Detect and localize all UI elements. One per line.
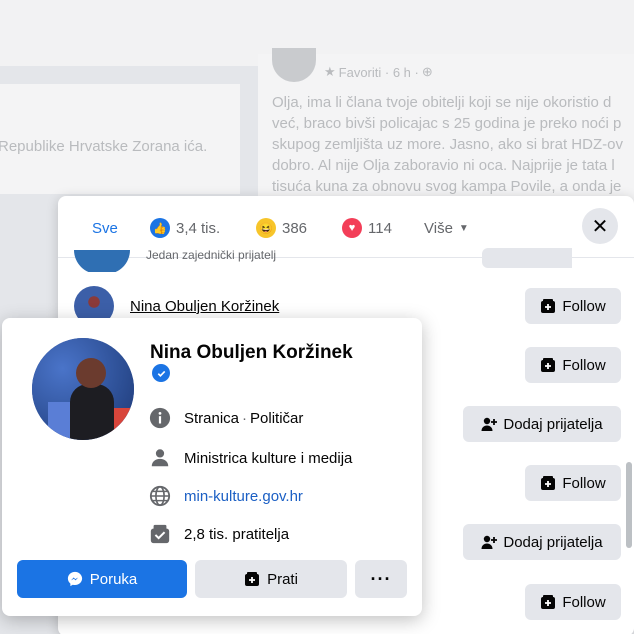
follow-button-label: Follow xyxy=(562,593,606,611)
follow-button-label: Follow xyxy=(562,356,606,374)
star-icon: ★ xyxy=(324,64,336,79)
background-post-meta-text: Favoriti · 6 h · xyxy=(338,64,419,80)
follow-icon xyxy=(245,572,260,586)
tab-like[interactable]: 👍 3,4 tis. xyxy=(150,216,220,240)
close-icon: ✕ xyxy=(591,215,609,238)
background-post-line: Olja, ima li člana tvoje obitelji koji s… xyxy=(272,94,612,111)
follow-page-button[interactable]: Prati xyxy=(195,560,347,598)
tab-more[interactable]: Više ▼ xyxy=(424,216,469,240)
messenger-icon xyxy=(67,571,82,587)
message-button-label: Poruka xyxy=(89,570,138,588)
followers-count: 2,8 tis. pratitelja xyxy=(184,525,290,543)
job-label: Ministrica kulture i medija xyxy=(184,449,353,467)
globe-icon: ⊕ xyxy=(421,64,433,79)
more-options-button[interactable]: ··· xyxy=(355,560,407,598)
haha-icon: 😆 xyxy=(256,218,276,238)
add-friend-button[interactable]: Dodaj prijatelja xyxy=(463,524,621,560)
tab-love[interactable]: ♥ 114 xyxy=(342,216,392,240)
background-post-line: dobro. Al nije Olja zaboravio ni oca. Na… xyxy=(272,157,615,174)
background-post-meta: ★ Favoriti · 6 h · ⊕ xyxy=(324,64,433,80)
close-button[interactable]: ✕ xyxy=(582,208,618,244)
follow-button[interactable]: Follow xyxy=(525,288,621,324)
follow-button[interactable]: Follow xyxy=(525,465,621,501)
website-link[interactable]: min-kulture.gov.hr xyxy=(184,488,303,505)
tab-more-label: Više xyxy=(424,219,453,237)
avatar[interactable] xyxy=(32,338,134,440)
list-item: Jedan zajednički prijatelj xyxy=(72,248,572,272)
add-friend-button-label: Dodaj prijatelja xyxy=(503,415,603,433)
tab-all[interactable]: Sve xyxy=(92,216,118,240)
love-icon: ♥ xyxy=(342,218,362,238)
background-post: ★ Favoriti · 6 h · ⊕ Olja, ima li člana … xyxy=(258,48,634,204)
tab-haha[interactable]: 😆 386 xyxy=(256,216,307,240)
background-post-line: već, braco bivši policajac s 25 godina j… xyxy=(272,115,622,132)
followers-icon xyxy=(148,522,172,546)
more-options-icon: ··· xyxy=(370,568,392,589)
background-post-text: Olja, ima li člana tvoje obitelji koji s… xyxy=(272,92,634,197)
info-icon xyxy=(148,406,172,430)
add-friend-button-label: Dodaj prijatelja xyxy=(503,533,603,551)
background-post-line: skupog zemljišta uz more. Jasno, ako si … xyxy=(272,136,623,153)
tab-like-count: 3,4 tis. xyxy=(176,219,221,237)
follow-page-button-label: Prati xyxy=(267,570,298,588)
background-left-card: Republike Hrvatske Zorana ića. xyxy=(0,84,240,194)
add-friend-button[interactable]: Dodaj prijatelja xyxy=(463,406,621,442)
person-name-link[interactable]: Nina Obuljen Koržinek xyxy=(130,298,279,315)
page-category-label: Političar xyxy=(250,409,304,427)
add-friend-icon xyxy=(481,417,498,431)
mutual-friends-text: Jedan zajednički prijatelj xyxy=(146,248,277,262)
avatar xyxy=(74,250,130,272)
follow-button-label: Follow xyxy=(562,474,606,492)
like-icon: 👍 xyxy=(150,218,170,238)
follow-button[interactable]: Follow xyxy=(525,584,621,620)
follow-icon xyxy=(541,299,556,313)
profile-name[interactable]: Nina Obuljen Koržinek xyxy=(150,342,353,364)
caret-down-icon: ▼ xyxy=(458,222,469,234)
globe-icon xyxy=(148,484,172,508)
job-row: Ministrica kulture i medija xyxy=(148,446,352,470)
person-icon xyxy=(148,446,172,470)
add-friend-icon xyxy=(481,535,498,549)
profile-hovercard: Nina Obuljen Koržinek Stranica · Politič… xyxy=(2,318,422,616)
tab-love-count: 114 xyxy=(368,219,392,237)
tab-all-label: Sve xyxy=(92,219,118,237)
background-post-avatar xyxy=(272,48,316,82)
list-button[interactable] xyxy=(482,248,572,268)
background-post-line: tisuća kuna za obnovu svog kampa Povile,… xyxy=(272,178,622,195)
followers-row: 2,8 tis. pratitelja xyxy=(148,522,289,546)
message-button[interactable]: Poruka xyxy=(17,560,187,598)
page-type-label: Stranica xyxy=(184,409,240,427)
background-left-text: Republike Hrvatske Zorana ića. xyxy=(0,138,208,155)
follow-icon xyxy=(541,476,556,490)
page-type-row: Stranica · Političar xyxy=(148,406,303,430)
scrollbar-thumb[interactable] xyxy=(626,462,632,548)
tab-haha-count: 386 xyxy=(282,219,308,237)
website-row: min-kulture.gov.hr xyxy=(148,484,303,508)
follow-button[interactable]: Follow xyxy=(525,347,621,383)
follow-button-label: Follow xyxy=(562,297,606,315)
separator-dot: · xyxy=(242,409,248,427)
follow-icon xyxy=(541,358,556,372)
verified-badge-icon xyxy=(152,364,170,382)
follow-icon xyxy=(541,595,556,609)
